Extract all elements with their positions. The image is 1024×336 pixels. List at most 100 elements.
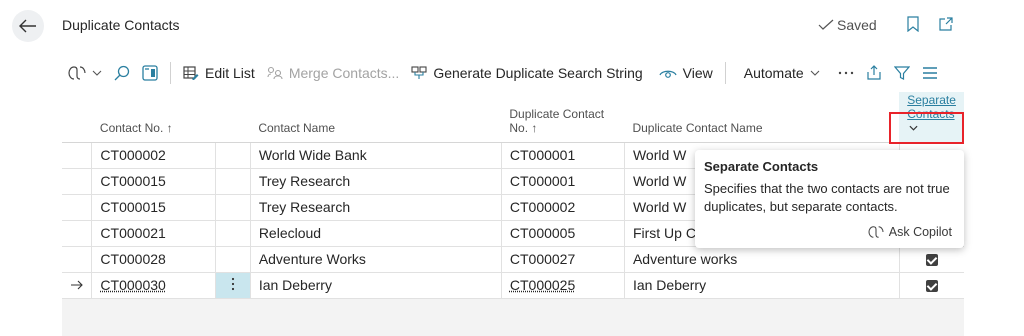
- edit-list-label: Edit List: [205, 65, 255, 81]
- tooltip-title: Separate Contacts: [704, 159, 819, 174]
- contact-no-value: CT000021: [100, 225, 166, 241]
- indicator-header: [62, 92, 92, 143]
- contact-no-value: CT000028: [100, 251, 166, 267]
- duplicate-contact-no-header-line1: Duplicate Contact: [509, 106, 605, 121]
- table-header-row: Contact No. ↑ Contact Name Duplicate Con…: [62, 92, 964, 143]
- duplicate-contact-name-value: World W: [632, 147, 687, 163]
- duplicate-contact-no-value: CT000001: [509, 147, 576, 163]
- search-button[interactable]: [108, 55, 136, 91]
- contact-name-header[interactable]: Contact Name: [250, 92, 502, 143]
- separate-contacts-header[interactable]: Separate Contacts: [899, 92, 964, 143]
- vertical-ellipsis-icon: [232, 277, 235, 290]
- contact-no-cell[interactable]: CT000030: [91, 272, 217, 299]
- duplicate-contact-no-cell[interactable]: CT000001: [501, 168, 625, 195]
- contact-no-value: CT000015: [100, 173, 166, 189]
- tooltip-text: Specifies that the two contacts are not …: [704, 181, 950, 214]
- generate-duplicate-search-string-button[interactable]: Generate Duplicate Search String: [405, 55, 648, 91]
- copilot-icon: [68, 66, 86, 80]
- automate-label: Automate: [743, 65, 804, 81]
- view-label: View: [682, 65, 713, 81]
- ask-copilot-button[interactable]: Ask Copilot: [868, 225, 952, 239]
- eye-icon: [659, 70, 677, 78]
- contact-name-value: Trey Research: [258, 173, 351, 189]
- duplicate-contact-no-cell[interactable]: CT000027: [501, 246, 625, 273]
- chevron-down-icon: [92, 70, 102, 76]
- edit-list-button[interactable]: Edit List: [177, 55, 261, 91]
- copilot-menu-button[interactable]: [62, 55, 108, 91]
- duplicate-contact-no-value[interactable]: CT000025: [510, 277, 575, 293]
- separate-contacts-cell[interactable]: [899, 272, 964, 299]
- generate-search-label: Generate Duplicate Search String: [433, 65, 643, 81]
- show-details-button[interactable]: [136, 55, 164, 91]
- row-actions-cell[interactable]: [215, 168, 251, 195]
- contact-name-cell[interactable]: World Wide Bank: [250, 142, 502, 169]
- automate-menu-button[interactable]: Automate: [738, 55, 826, 91]
- contact-no-header[interactable]: Contact No. ↑: [91, 92, 216, 143]
- more-options-button[interactable]: [832, 55, 860, 91]
- row-actions-cell[interactable]: [215, 142, 251, 169]
- duplicate-contact-name-cell[interactable]: Ian Deberry: [624, 272, 900, 299]
- contact-no-value: CT000015: [100, 199, 166, 215]
- contact-no-cell[interactable]: CT000002: [91, 142, 217, 169]
- duplicate-contact-no-cell[interactable]: CT000025: [501, 272, 625, 299]
- back-button[interactable]: [12, 10, 44, 42]
- duplicate-contact-no-cell[interactable]: CT000005: [501, 220, 625, 247]
- chevron-down-icon: [810, 70, 820, 76]
- separate-contacts-header-line2: Contacts: [907, 106, 955, 121]
- contact-no-value: CT000002: [100, 147, 166, 163]
- duplicate-contact-name-value: World W: [632, 199, 687, 215]
- contact-name-cell[interactable]: Relecloud: [250, 220, 502, 247]
- contact-name-cell[interactable]: Trey Research: [250, 194, 502, 221]
- open-new-window-button[interactable]: [938, 16, 954, 32]
- merge-contacts-label: Merge Contacts...: [288, 65, 400, 81]
- list-view-button[interactable]: [916, 55, 944, 91]
- bookmark-button[interactable]: [905, 16, 921, 32]
- duplicate-contact-no-value: CT000001: [509, 173, 576, 189]
- duplicate-contact-no-cell[interactable]: CT000001: [501, 142, 625, 169]
- contact-name-cell[interactable]: Adventure Works: [250, 246, 502, 273]
- duplicate-contact-name-cell[interactable]: Adventure works: [624, 246, 900, 273]
- separate-contacts-cell[interactable]: [899, 246, 964, 273]
- contact-no-cell[interactable]: CT000021: [91, 220, 217, 247]
- toolbar-separator: [724, 62, 726, 84]
- row-actions-cell[interactable]: [215, 272, 251, 299]
- table-row[interactable]: CT000030 Ian Deberry CT000025 Ian Deberry: [62, 272, 964, 299]
- view-button[interactable]: View: [653, 55, 719, 91]
- row-actions-cell[interactable]: [215, 220, 251, 247]
- duplicate-contact-no-value: CT000005: [509, 225, 576, 241]
- contact-no-cell[interactable]: CT000028: [91, 246, 217, 273]
- share-icon: [867, 65, 881, 80]
- chevron-down-icon: [909, 126, 918, 131]
- ask-copilot-label: Ask Copilot: [888, 225, 952, 239]
- filter-button[interactable]: [888, 55, 916, 91]
- duplicate-contact-no-cell[interactable]: CT000002: [501, 194, 625, 221]
- row-indicator: [62, 220, 93, 247]
- checkmark-icon: [818, 19, 834, 30]
- contact-name-cell[interactable]: Ian Deberry: [250, 272, 502, 299]
- open-in-new-window-icon: [939, 17, 953, 31]
- duplicate-contact-no-header[interactable]: Duplicate Contact No. ↑: [501, 92, 625, 143]
- contact-name-cell[interactable]: Trey Research: [250, 168, 502, 195]
- duplicate-contact-name-header-label: Duplicate Contact Name: [632, 120, 763, 135]
- contact-no-cell[interactable]: CT000015: [91, 194, 217, 221]
- duplicate-contact-name-value: Adventure works: [632, 251, 738, 267]
- row-actions-cell[interactable]: [215, 194, 251, 221]
- duplicate-contact-name-header[interactable]: Duplicate Contact Name: [624, 92, 900, 143]
- duplicate-contact-no-header-line2: No. ↑: [509, 120, 538, 135]
- contact-no-value[interactable]: CT000030: [100, 277, 165, 293]
- row-actions-cell[interactable]: [215, 246, 251, 273]
- merge-contacts-button[interactable]: Merge Contacts...: [261, 55, 406, 91]
- table-row[interactable]: CT000028 Adventure Works CT000027 Adventure…: [62, 246, 964, 273]
- contact-name-value: Adventure Works: [258, 251, 366, 267]
- details-pane-icon: [142, 65, 158, 81]
- separate-contacts-checkbox[interactable]: [925, 280, 938, 293]
- contact-no-cell[interactable]: CT000015: [91, 168, 217, 195]
- share-button[interactable]: [860, 55, 888, 91]
- separate-contacts-checkbox[interactable]: [925, 254, 938, 267]
- list-icon: [922, 67, 937, 79]
- saved-status: Saved: [818, 17, 877, 33]
- duplicate-contact-name-value: World W: [632, 173, 687, 189]
- bookmark-icon: [907, 16, 919, 32]
- copilot-icon: [868, 226, 884, 238]
- contact-name-value: Relecloud: [258, 225, 322, 241]
